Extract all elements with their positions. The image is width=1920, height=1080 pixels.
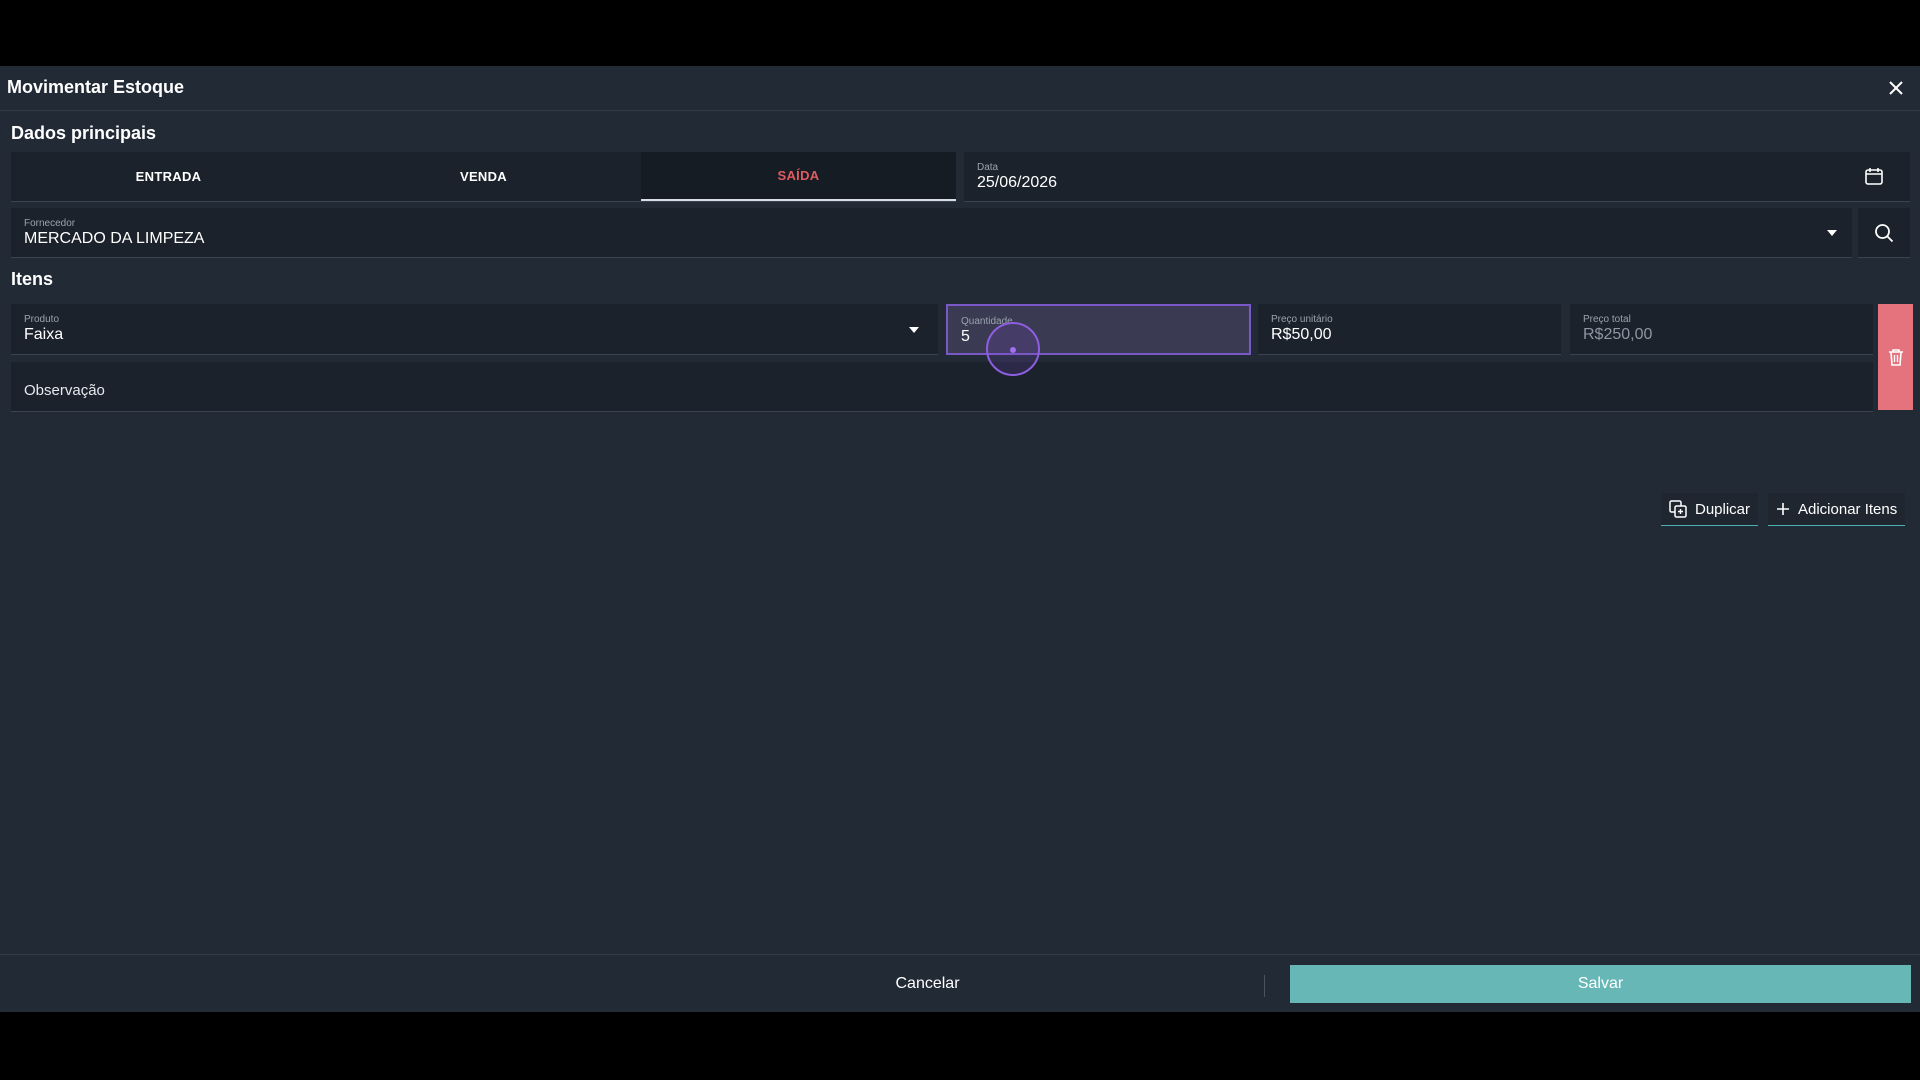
add-items-button[interactable]: Adicionar Itens	[1768, 493, 1906, 526]
chevron-down-icon[interactable]	[908, 326, 920, 334]
unit-price-value: R$50,00	[1271, 326, 1332, 343]
observation-input[interactable]: Observação	[11, 362, 1873, 412]
cancel-button[interactable]: Cancelar	[820, 969, 1035, 999]
plus-icon	[1777, 503, 1789, 515]
chevron-down-icon[interactable]	[1826, 229, 1838, 237]
trash-icon	[1888, 349, 1903, 366]
movement-type-tabs: ENTRADA VENDA SAÍDA	[11, 152, 956, 202]
total-price-label: Preço total	[1583, 314, 1631, 325]
supplier-select[interactable]: Fornecedor MERCADO DA LIMPEZA	[11, 208, 1852, 258]
date-value: 25/06/2026	[977, 174, 1058, 191]
modal-header: Movimentar Estoque	[0, 66, 1920, 111]
modal-title: Movimentar Estoque	[7, 77, 185, 97]
supplier-search-button[interactable]	[1858, 208, 1910, 258]
date-field[interactable]: Data 25/06/2026	[964, 152, 1910, 202]
quantity-value: 5	[961, 328, 970, 345]
total-price-field: Preço total R$250,00	[1570, 304, 1873, 355]
observation-placeholder: Observação	[24, 382, 105, 399]
calendar-icon[interactable]	[1864, 166, 1884, 186]
product-value: Faixa	[24, 326, 64, 343]
product-label: Produto	[24, 314, 60, 325]
close-button[interactable]	[1884, 76, 1908, 100]
duplicate-icon	[1669, 500, 1687, 518]
add-items-label: Adicionar Itens	[1798, 500, 1898, 518]
total-price-value: R$250,00	[1583, 326, 1653, 343]
tab-entrada[interactable]: ENTRADA	[11, 152, 326, 201]
tab-saida[interactable]: SAÍDA	[641, 152, 956, 201]
close-icon	[1889, 81, 1903, 95]
supplier-value: MERCADO DA LIMPEZA	[24, 230, 205, 247]
date-label: Data	[977, 162, 999, 173]
footer-divider	[1264, 975, 1265, 997]
supplier-label: Fornecedor	[24, 218, 76, 229]
delete-item-button[interactable]	[1878, 304, 1913, 410]
stock-movement-modal: Movimentar Estoque Dados principais ENTR…	[0, 66, 1920, 1012]
unit-price-input[interactable]: Preço unitário R$50,00	[1258, 304, 1561, 355]
tab-venda[interactable]: VENDA	[326, 152, 641, 201]
unit-price-label: Preço unitário	[1271, 314, 1333, 325]
search-icon	[1875, 223, 1894, 242]
product-select[interactable]: Produto Faixa	[11, 304, 938, 355]
section-title-itens: Itens	[11, 269, 54, 289]
save-button[interactable]: Salvar	[1290, 965, 1911, 1003]
section-title-dados-principais: Dados principais	[11, 123, 157, 143]
modal-footer: Cancelar Salvar	[0, 954, 1920, 1012]
duplicate-button[interactable]: Duplicar	[1661, 493, 1759, 526]
duplicate-label: Duplicar	[1695, 500, 1751, 518]
click-indicator-dot	[1010, 347, 1016, 353]
